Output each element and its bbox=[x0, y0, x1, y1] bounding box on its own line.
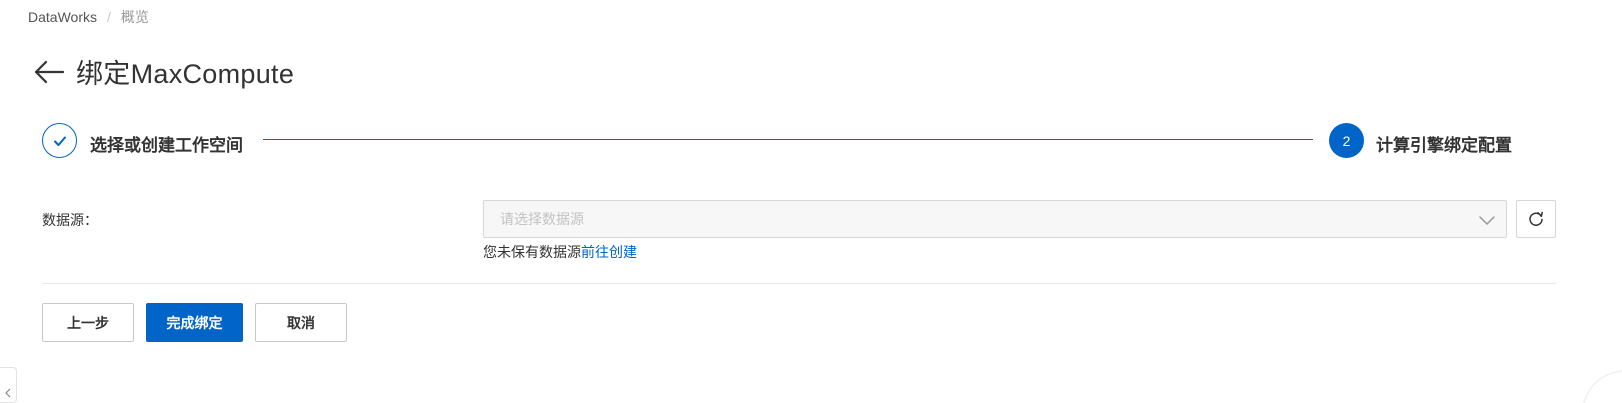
datasource-form-row: 数据源： 请选择数据源 您未保有数据源前往创建 bbox=[42, 200, 1557, 264]
check-icon bbox=[53, 136, 66, 146]
breadcrumb: DataWorks / 概览 bbox=[28, 7, 149, 27]
datasource-hint: 您未保有数据源前往创建 bbox=[483, 242, 637, 262]
datasource-label: 数据源： bbox=[42, 212, 98, 228]
breadcrumb-root[interactable]: DataWorks bbox=[28, 9, 97, 25]
step-connector bbox=[263, 139, 1313, 140]
finish-binding-button[interactable]: 完成绑定 bbox=[146, 303, 243, 342]
step-2-circle: 2 bbox=[1329, 123, 1364, 158]
step-1-label: 选择或创建工作空间 bbox=[90, 136, 243, 155]
corner-decoration bbox=[1583, 370, 1622, 403]
create-datasource-link[interactable]: 前往创建 bbox=[581, 244, 637, 260]
refresh-datasource-button[interactable] bbox=[1516, 200, 1556, 238]
datasource-select[interactable]: 请选择数据源 bbox=[483, 200, 1507, 238]
arrow-left-icon bbox=[34, 60, 65, 83]
refresh-icon bbox=[1529, 211, 1543, 226]
side-collapse-tab[interactable] bbox=[0, 367, 17, 403]
page-header: 绑定MaxCompute bbox=[32, 52, 294, 91]
chevron-down-icon bbox=[1479, 216, 1495, 225]
form-actions: 上一步 完成绑定 取消 bbox=[42, 303, 359, 342]
breadcrumb-current: 概览 bbox=[120, 9, 149, 25]
divider bbox=[42, 283, 1556, 284]
breadcrumb-separator: / bbox=[106, 9, 111, 25]
datasource-hint-text: 您未保有数据源 bbox=[483, 244, 581, 260]
step-progress: 选择或创建工作空间 2 计算引擎绑定配置 bbox=[42, 123, 1522, 159]
datasource-select-placeholder: 请选择数据源 bbox=[500, 211, 584, 227]
step-1-circle bbox=[42, 123, 77, 158]
chevron-left-icon bbox=[5, 388, 11, 398]
back-button[interactable] bbox=[32, 55, 66, 89]
previous-step-button[interactable]: 上一步 bbox=[42, 303, 134, 342]
step-2-label: 计算引擎绑定配置 bbox=[1376, 136, 1512, 155]
cancel-button[interactable]: 取消 bbox=[255, 303, 347, 342]
page-title: 绑定MaxCompute bbox=[76, 59, 295, 89]
